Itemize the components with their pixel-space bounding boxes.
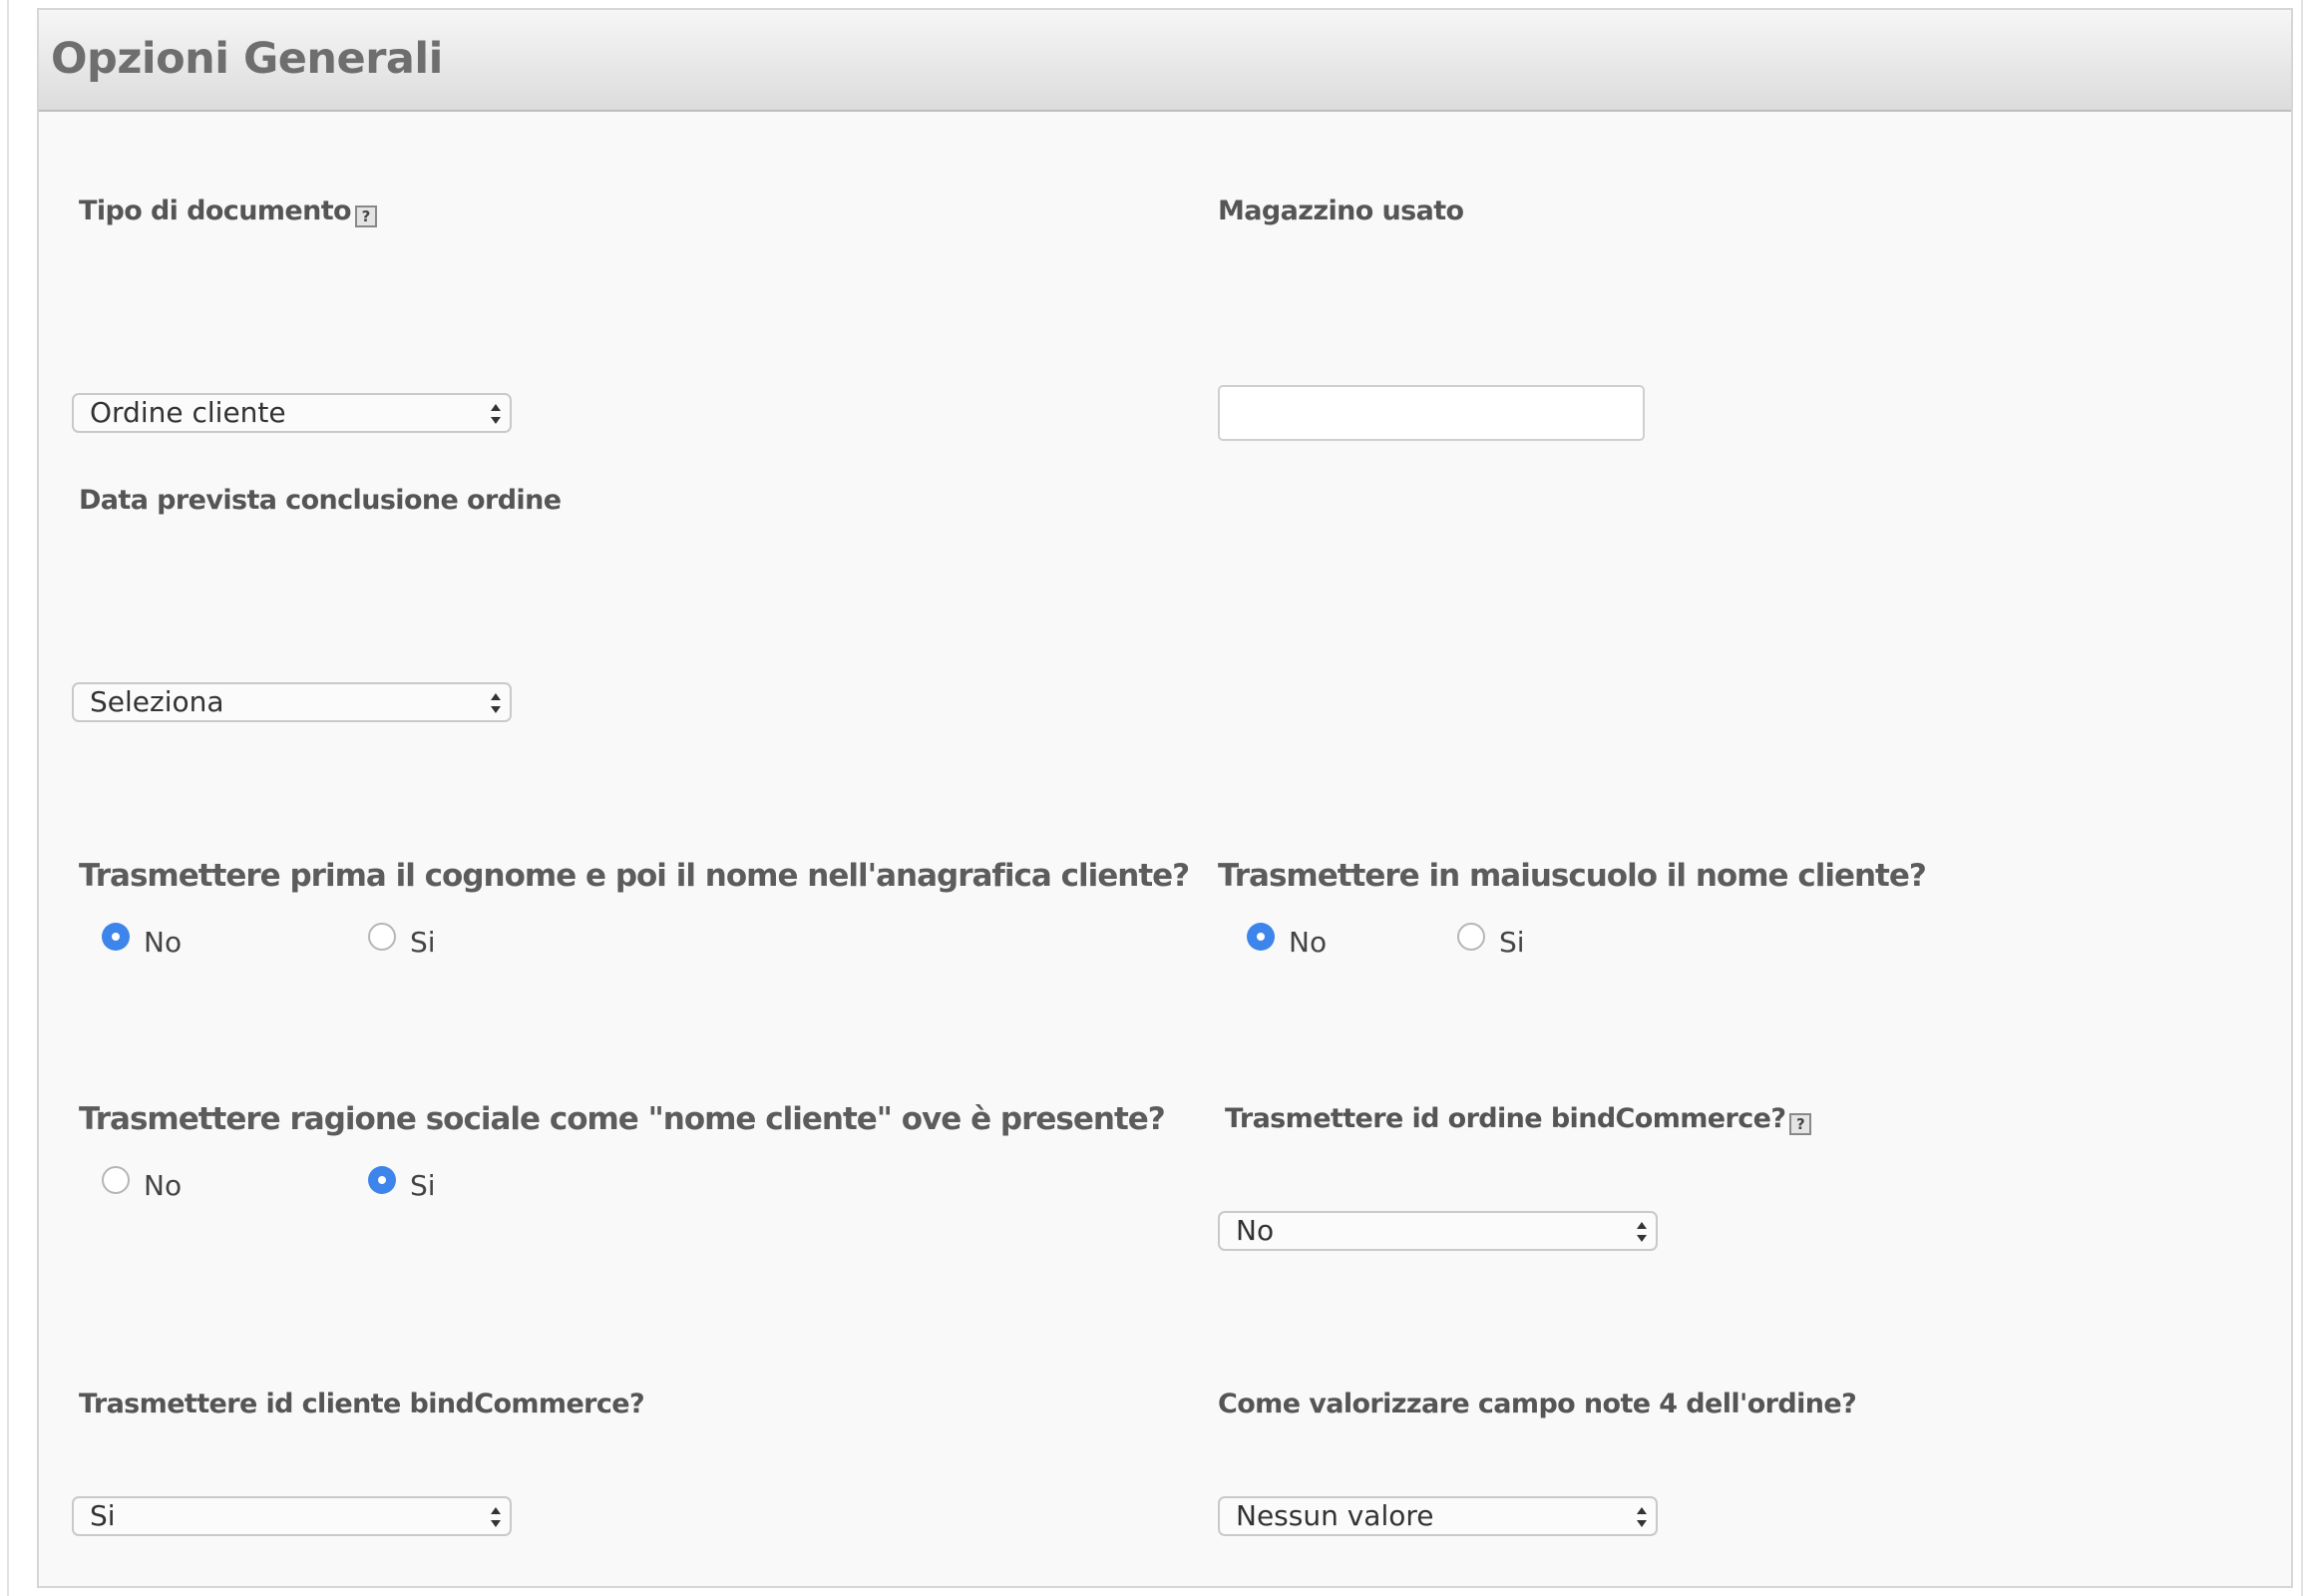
ragione-sociale-radio-si-label[interactable]: Si xyxy=(410,1169,436,1202)
id-ordine-value: No xyxy=(1236,1214,1275,1247)
id-ordine-label: Trasmettere id ordine bindCommerce?? xyxy=(1225,1103,1812,1135)
tipo-documento-value: Ordine cliente xyxy=(90,396,286,429)
data-prevista-select[interactable]: Seleziona xyxy=(72,682,512,722)
select-arrows-icon xyxy=(1637,1222,1647,1242)
id-cliente-label: Trasmettere id cliente bindCommerce? xyxy=(79,1389,645,1419)
ragione-sociale-radio-no[interactable] xyxy=(102,1166,130,1194)
ragione-sociale-question: Trasmettere ragione sociale come "nome c… xyxy=(79,1101,1166,1137)
note4-label: Come valorizzare campo note 4 dell'ordin… xyxy=(1218,1389,1857,1419)
maiuscolo-question: Trasmettere in maiuscuolo il nome client… xyxy=(1218,858,1927,894)
panel-header: Opzioni Generali xyxy=(39,10,2291,112)
cognome-nome-radio-no-label[interactable]: No xyxy=(144,926,182,959)
id-cliente-value: Si xyxy=(90,1499,116,1532)
id-ordine-label-text: Trasmettere id ordine bindCommerce? xyxy=(1225,1103,1786,1134)
maiuscolo-radio-no[interactable] xyxy=(1247,923,1275,951)
id-ordine-select[interactable]: No xyxy=(1218,1211,1658,1251)
tipo-documento-select[interactable]: Ordine cliente xyxy=(72,393,512,433)
ragione-sociale-radio-si[interactable] xyxy=(368,1166,396,1194)
general-options-panel: Opzioni Generali Tipo di documento? Ordi… xyxy=(37,8,2293,1588)
maiuscolo-radio-si[interactable] xyxy=(1457,923,1485,951)
data-prevista-label: Data prevista conclusione ordine xyxy=(79,485,562,516)
cognome-nome-radio-si-label[interactable]: Si xyxy=(410,926,436,959)
cognome-nome-question: Trasmettere prima il cognome e poi il no… xyxy=(79,858,1190,894)
select-arrows-icon xyxy=(491,1507,501,1527)
help-icon[interactable]: ? xyxy=(354,205,377,227)
select-arrows-icon xyxy=(1637,1507,1647,1527)
select-arrows-icon xyxy=(491,693,501,713)
id-cliente-select[interactable]: Si xyxy=(72,1496,512,1536)
maiuscolo-radio-si-label[interactable]: Si xyxy=(1499,926,1525,959)
maiuscolo-radio-no-label[interactable]: No xyxy=(1289,926,1327,959)
cognome-nome-radio-no[interactable] xyxy=(102,923,130,951)
select-arrows-icon xyxy=(491,404,501,424)
cognome-nome-radio-si[interactable] xyxy=(368,923,396,951)
ragione-sociale-radio-no-label[interactable]: No xyxy=(144,1169,182,1202)
tipo-documento-label-text: Tipo di documento xyxy=(79,196,352,226)
note4-value: Nessun valore xyxy=(1236,1499,1434,1532)
help-icon[interactable]: ? xyxy=(1789,1113,1812,1135)
page-frame: Opzioni Generali Tipo di documento? Ordi… xyxy=(7,0,2303,1596)
note4-select[interactable]: Nessun valore xyxy=(1218,1496,1658,1536)
panel-title: Opzioni Generali xyxy=(51,34,443,84)
magazzino-input[interactable] xyxy=(1218,385,1645,441)
tipo-documento-label: Tipo di documento? xyxy=(79,196,377,227)
magazzino-label: Magazzino usato xyxy=(1218,196,1464,226)
data-prevista-value: Seleziona xyxy=(90,685,224,718)
